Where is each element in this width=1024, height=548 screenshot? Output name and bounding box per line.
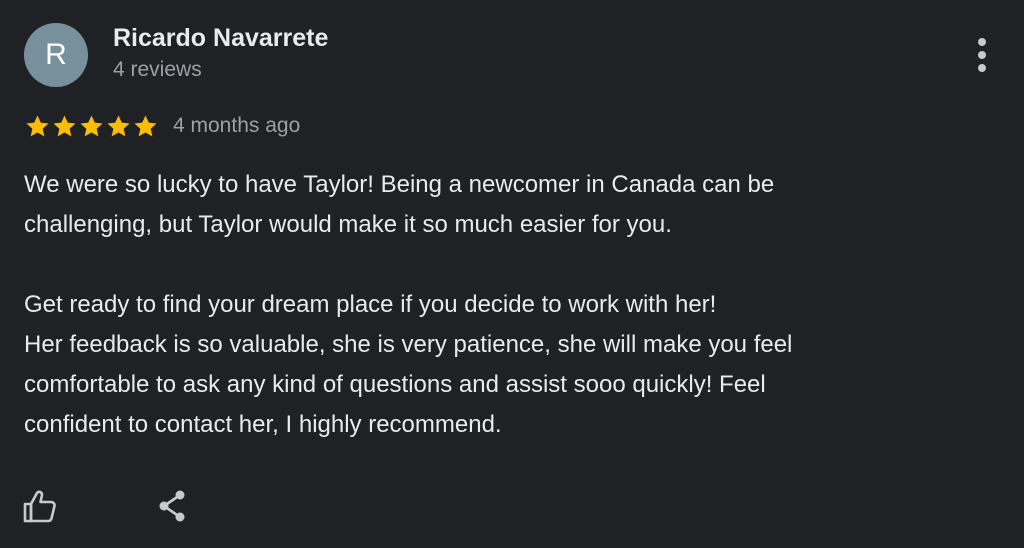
star-icon — [24, 113, 51, 140]
review-actions — [23, 486, 192, 526]
review-text-line: We were so lucky to have Taylor! Being a… — [24, 171, 775, 198]
star-icon — [132, 113, 159, 140]
review-text-line: confident to contact her, I highly recom… — [24, 411, 502, 438]
thumbs-up-icon — [23, 490, 56, 523]
review-time: 4 months ago — [173, 114, 301, 137]
star-icon — [78, 113, 105, 140]
review-text-line — [24, 245, 984, 285]
reviewer-info: Ricardo Navarrete 4 reviews — [113, 22, 328, 84]
like-button[interactable] — [20, 486, 60, 526]
star-rating — [24, 113, 159, 140]
avatar[interactable]: R — [24, 23, 88, 87]
review-text: We were so lucky to have Taylor! Being a… — [24, 165, 984, 445]
more-options-button[interactable] — [970, 38, 994, 72]
review-card: R Ricardo Navarrete 4 reviews 4 months a… — [0, 0, 1024, 548]
star-icon — [51, 113, 78, 140]
reviewer-name[interactable]: Ricardo Navarrete — [113, 22, 328, 54]
review-text-line: comfortable to ask any kind of questions… — [24, 371, 766, 398]
more-vertical-icon-dot — [978, 51, 986, 59]
review-text-line: challenging, but Taylor would make it so… — [24, 211, 672, 238]
review-header: R Ricardo Navarrete 4 reviews — [24, 23, 328, 87]
share-button[interactable] — [152, 486, 192, 526]
more-vertical-icon-dot — [978, 64, 986, 72]
star-icon — [105, 113, 132, 140]
review-text-line: Her feedback is so valuable, she is very… — [24, 331, 793, 358]
rating-row: 4 months ago — [24, 110, 300, 142]
share-icon — [159, 490, 185, 522]
review-text-line: Get ready to find your dream place if yo… — [24, 291, 717, 318]
more-vertical-icon — [978, 38, 986, 46]
reviewer-review-count[interactable]: 4 reviews — [113, 56, 328, 84]
avatar-initial: R — [45, 38, 67, 71]
